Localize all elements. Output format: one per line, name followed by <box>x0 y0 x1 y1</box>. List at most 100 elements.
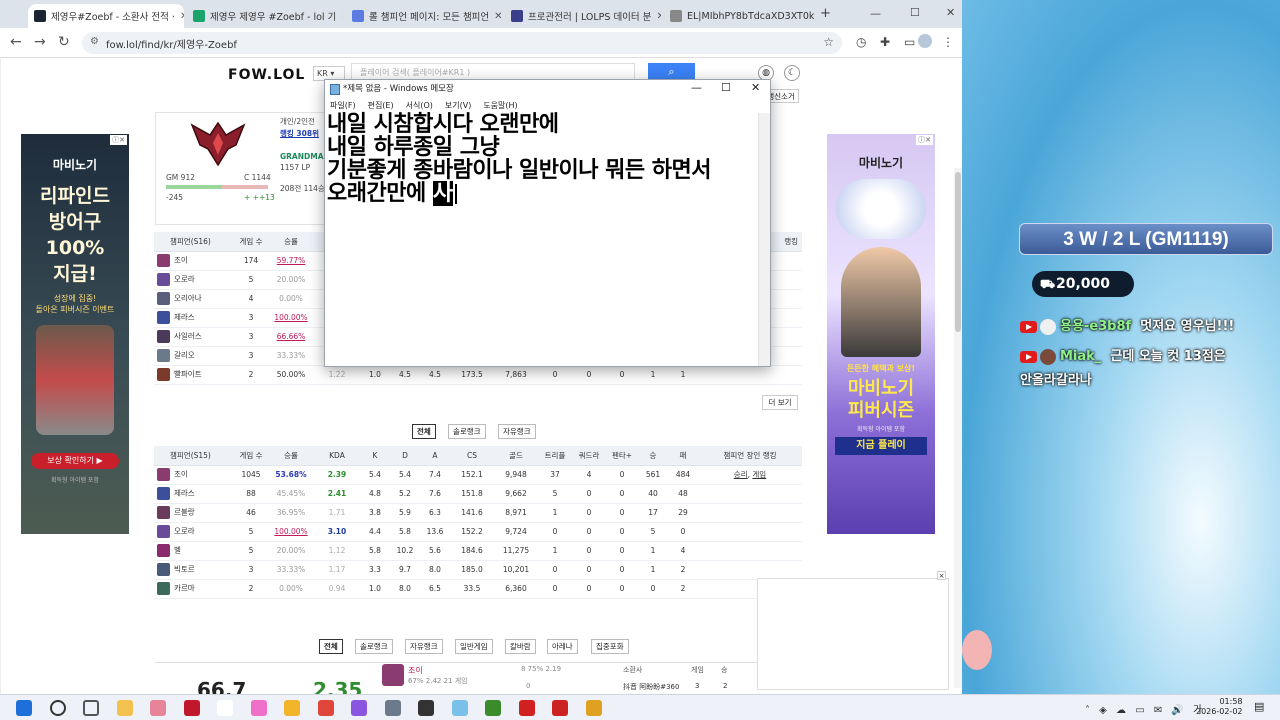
champion-cell[interactable]: 빅토르 <box>154 560 234 580</box>
table-row[interactable]: 오로라 5 100.00% 3.10 4.4 5.8 13.6 152.2 9,724 0 0 0 5 0 <box>154 522 802 542</box>
new-tab-button[interactable]: + <box>820 6 831 21</box>
profile-avatar-icon[interactable] <box>918 34 932 48</box>
ad-banner-right[interactable]: ⓘ✕ 마비노기 든든한 혜택과 보상! 마비노기 피버시즌 획득형 아이템 포함… <box>827 134 935 534</box>
ad-cta-button[interactable]: 보상 확인하기 ▶ <box>31 453 119 469</box>
notification-icon[interactable]: ▤ <box>1254 700 1264 713</box>
table-row[interactable]: 벨 5 20.00% 1.12 5.8 10.2 5.6 184.6 11,275 1 0 0 1 4 <box>154 541 802 561</box>
filter-flex[interactable]: 자유랭크 <box>498 424 536 439</box>
app-icon-3[interactable] <box>183 700 200 716</box>
close-tab-icon[interactable]: ✕ <box>494 11 502 22</box>
minecraft-icon[interactable] <box>485 700 501 716</box>
champion-cell[interactable]: 오로라 <box>154 522 234 542</box>
maximize-icon[interactable]: ☐ <box>910 6 920 19</box>
tab-5[interactable]: EL|MIbhPY8bTdcaXD3XT0kHi ✕ <box>664 4 814 28</box>
close-window-icon[interactable]: ✕ <box>946 6 955 19</box>
site-logo[interactable]: FOW.LOL <box>228 67 305 83</box>
chrome-icon[interactable] <box>317 700 334 716</box>
filter-mode-5[interactable]: 아레나 <box>547 639 578 654</box>
sidepanel-icon[interactable]: ▭ <box>904 35 915 49</box>
filter-mode-0[interactable]: 전체 <box>319 639 343 654</box>
col-header[interactable]: 패 <box>668 446 698 466</box>
table-row[interactable]: 빨파이트 2 50.00% 1.22 1.0 4.5 4.5 173.5 7,863 0 0 0 1 1 <box>154 365 802 385</box>
menu-file[interactable]: 파일(F) <box>330 99 356 113</box>
filter-solo[interactable]: 솔로랭크 <box>448 424 486 439</box>
task-view-icon[interactable] <box>83 700 99 716</box>
col-header[interactable]: 게임 수 <box>234 446 268 466</box>
menu-format[interactable]: 서식(O) <box>406 99 433 113</box>
champion-cell[interactable]: 빨파이트 <box>154 365 234 385</box>
table-row[interactable]: 르블랑 46 36.95% 1.71 3.8 5.9 6.3 141.6 8,971 1 0 0 17 2… <box>154 503 802 523</box>
col-header[interactable]: A <box>420 446 450 466</box>
col-header[interactable]: K <box>360 446 390 466</box>
mastery-game-link[interactable]: 게임 <box>752 470 766 479</box>
tab-fow[interactable]: 제영우#Zoebf - 소환사 전적 · ✕ <box>28 4 184 28</box>
reload-icon[interactable]: ↻ <box>58 34 70 50</box>
filter-mode-4[interactable]: 칼바람 <box>505 639 536 654</box>
mastery-win-link[interactable]: 승리 <box>734 470 748 479</box>
menu-view[interactable]: 보기(V) <box>445 99 471 113</box>
close-widget-icon[interactable]: × <box>937 571 946 580</box>
col-header[interactable]: 챔피언(S15) <box>154 446 234 466</box>
page-scrollbar[interactable] <box>954 168 962 688</box>
clock[interactable]: 01:58 2026-02-02 <box>1196 697 1243 717</box>
tab-2[interactable]: 제영우 제영우 #Zoebf - lol 기 ✕ <box>187 4 343 28</box>
calculator-icon[interactable] <box>384 700 401 716</box>
windows-start-icon[interactable] <box>16 700 32 716</box>
champion-cell[interactable]: 사일러스 <box>154 327 234 347</box>
notepad-scrollbar[interactable] <box>758 113 770 366</box>
scrollbar-thumb[interactable] <box>955 172 961 332</box>
champion-cell[interactable]: 제라스 <box>154 484 234 504</box>
address-bar[interactable]: ⚙ fow.lol/find/kr/제영우-Zoebf ☆ <box>82 32 842 54</box>
champion-cell[interactable]: 조이 <box>154 251 234 271</box>
maximize-icon[interactable]: ☐ <box>721 81 731 94</box>
back-icon[interactable]: ← <box>10 34 22 50</box>
col-header[interactable]: 챔피언 장인 랭킹 <box>698 446 802 466</box>
menu-icon[interactable]: ⋮ <box>942 35 954 49</box>
close-tab-icon[interactable]: ✕ <box>341 11 343 22</box>
more-button[interactable]: 더 보기 <box>762 395 798 410</box>
filter-all[interactable]: 전체 <box>412 424 436 439</box>
menu-help[interactable]: 도움말(H) <box>483 99 517 113</box>
champion-cell[interactable]: 벨 <box>154 541 234 561</box>
close-tab-icon[interactable]: ✕ <box>180 11 184 22</box>
recent-champ-name[interactable]: 조이 <box>408 665 423 676</box>
embedded-widget[interactable]: × <box>757 571 949 690</box>
champion-cell[interactable]: 갈리오 <box>154 346 234 366</box>
ad-info-icon[interactable]: ⓘ✕ <box>110 135 127 145</box>
app-icon-2[interactable] <box>150 700 166 716</box>
tab-4[interactable]: 프로관전러 | LOLPS 데이터 분 ✕ <box>505 4 661 28</box>
forward-icon[interactable]: → <box>34 34 46 50</box>
col-header[interactable]: 승률 <box>268 446 314 466</box>
search-icon[interactable] <box>49 700 66 716</box>
ad-info-icon[interactable]: ⓘ✕ <box>916 135 933 145</box>
history-icon[interactable]: ◷ <box>856 35 866 49</box>
filter-mode-3[interactable]: 일반게임 <box>455 639 493 654</box>
col-header[interactable]: KDA <box>314 446 360 466</box>
champion-cell[interactable]: 오로라 <box>154 270 234 290</box>
table-row[interactable]: 제라스 88 45.45% 2.41 4.8 5.2 7.6 151.8 9,662 5 0 0 40 4… <box>154 484 802 504</box>
champion-cell[interactable]: 조이 <box>154 465 234 485</box>
filter-mode-1[interactable]: 솔로랭크 <box>355 639 393 654</box>
ad-cta-button[interactable]: 지금 플레이 <box>835 437 927 455</box>
file-explorer-icon[interactable] <box>284 700 300 716</box>
champion-cell[interactable]: 제라스 <box>154 308 234 328</box>
col-header[interactable]: D <box>390 446 420 466</box>
col-header[interactable]: 승 <box>638 446 668 466</box>
app-icon-10[interactable] <box>552 700 568 716</box>
minimize-icon[interactable]: — <box>691 81 702 94</box>
close-icon[interactable]: ✕ <box>751 81 760 94</box>
app-icon-11[interactable] <box>585 700 602 716</box>
app-icon-8[interactable] <box>451 700 468 716</box>
ranking-link[interactable]: 랭킹 308위 <box>280 128 319 139</box>
table-row[interactable]: 카르마 2 0.00% 0.94 1.0 8.0 6.5 33.5 6,360 0 0 0 0 2 <box>154 579 802 599</box>
col-header[interactable]: 트리플 <box>538 446 572 466</box>
col-header[interactable]: 펜타+ <box>606 446 638 466</box>
close-tab-icon[interactable]: ✕ <box>656 11 661 22</box>
champion-cell[interactable]: 르블랑 <box>154 503 234 523</box>
bookmark-star-icon[interactable]: ☆ <box>823 35 834 49</box>
tab-3[interactable]: 롤 챔피언 페이지: 모든 챔피언 ✕ <box>346 4 502 28</box>
filter-mode-2[interactable]: 자유랭크 <box>405 639 443 654</box>
col-header[interactable]: 쿼드라 <box>572 446 606 466</box>
table-row[interactable]: 빅토르 3 33.33% 1.17 3.3 9.7 8.0 185.0 10,201 0 0 0 1 2 <box>154 560 802 580</box>
summoner-link[interactable]: 抖音 阿盼盼#360 <box>623 682 679 692</box>
